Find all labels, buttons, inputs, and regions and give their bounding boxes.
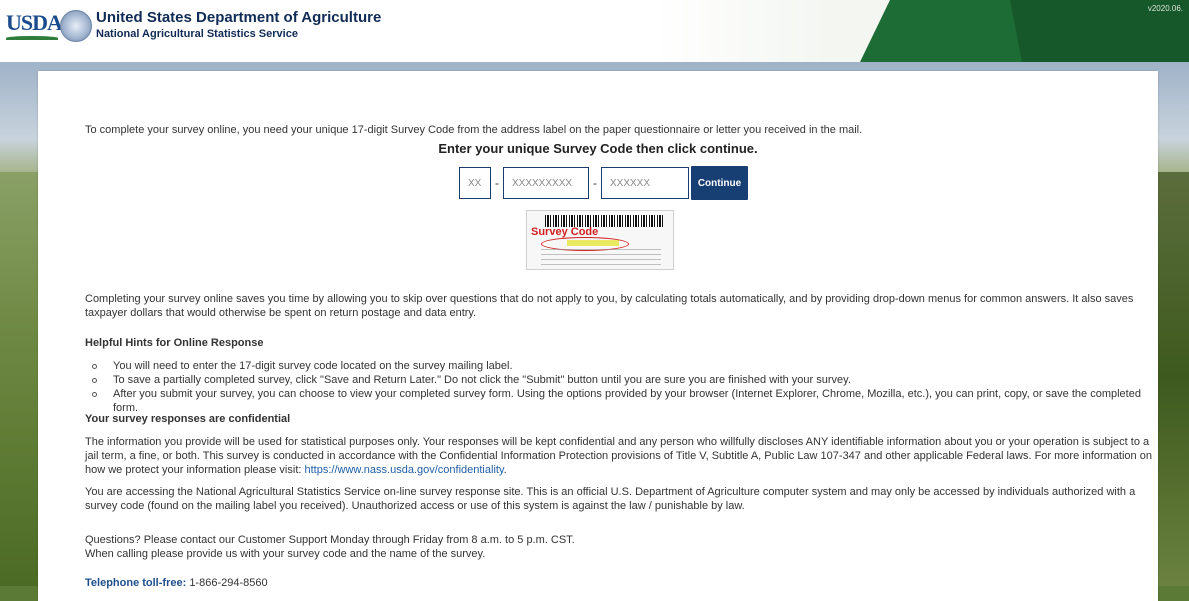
access-text: You are accessing the National Agricultu…	[85, 486, 1136, 512]
phone-label: Telephone toll-free:	[85, 577, 187, 589]
support-hours: Questions? Please contact our Customer S…	[85, 534, 575, 546]
survey-code-part2-input[interactable]	[503, 167, 589, 199]
support-info: Questions? Please contact our Customer S…	[85, 533, 575, 561]
version-label: v2020.06.	[1147, 4, 1183, 13]
service-name: National Agricultural Statistics Service	[96, 28, 298, 40]
confidential-text: The information you provide will be used…	[85, 436, 1152, 476]
support-instructions: When calling please provide us with your…	[85, 548, 486, 560]
confidential-heading: Your survey responses are confidential	[85, 413, 291, 425]
usda-logo[interactable]: USDA	[6, 10, 63, 40]
survey-code-label-image: Survey Code	[526, 210, 674, 270]
main-content-card: To complete your survey online, you need…	[38, 71, 1158, 601]
benefits-text: Completing your survey online saves you …	[85, 293, 1134, 319]
continue-button[interactable]: Continue	[691, 166, 748, 200]
address-lines	[541, 249, 661, 265]
agency-name: United States Department of Agriculture	[96, 9, 382, 26]
agency-seal-icon	[60, 10, 92, 42]
site-header: USDA United States Department of Agricul…	[0, 0, 1189, 62]
agency-title: United States Department of Agriculture …	[96, 9, 381, 41]
instruction-heading: Enter your unique Survey Code then click…	[438, 141, 758, 156]
list-item: To save a partially completed survey, cl…	[85, 373, 1158, 387]
phone-line: Telephone toll-free: 1-866-294-8560	[85, 576, 268, 590]
confidential-body: The information you provide will be used…	[85, 436, 1152, 476]
code-separator: -	[593, 176, 597, 190]
list-item: After you submit your survey, you can ch…	[85, 387, 1158, 415]
code-separator: -	[495, 176, 499, 190]
phone-number: 1-866-294-8560	[189, 577, 268, 589]
survey-code-form: - - Continue	[459, 166, 748, 200]
survey-code-part1-input[interactable]	[459, 167, 491, 199]
intro-text: To complete your survey online, you need…	[85, 124, 863, 136]
list-item: You will need to enter the 17-digit surv…	[85, 359, 1158, 373]
hints-heading: Helpful Hints for Online Response	[85, 337, 264, 349]
confidentiality-link[interactable]: https://www.nass.usda.gov/confidentialit…	[305, 464, 504, 476]
hints-list: You will need to enter the 17-digit surv…	[85, 359, 1158, 415]
survey-code-part3-input[interactable]	[601, 167, 689, 199]
